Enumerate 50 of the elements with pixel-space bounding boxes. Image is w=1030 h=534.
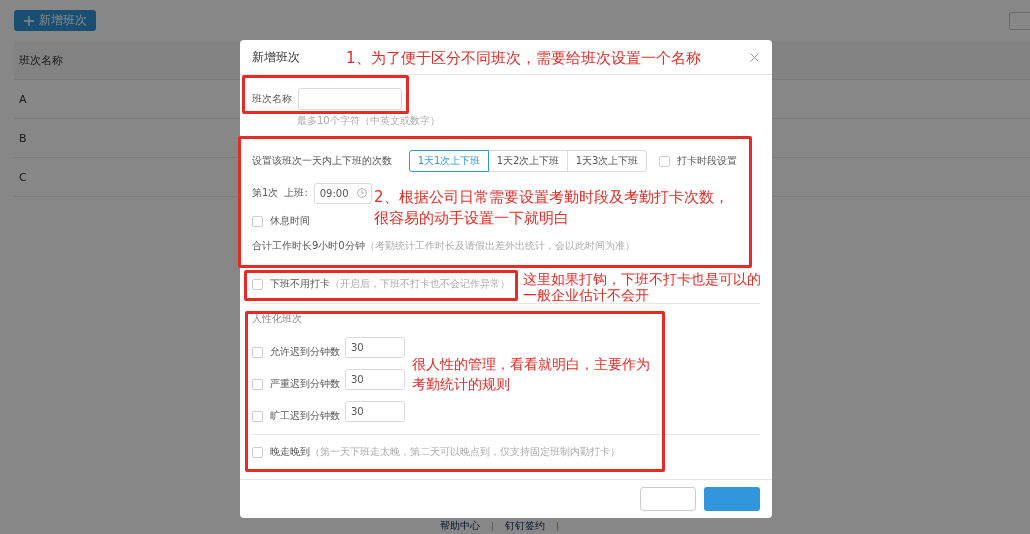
annotation-text: 1、为了便于区分不同班次，需要给班次设置一个名称 [346,48,701,69]
checkbox[interactable] [252,378,263,390]
checkbox-label: 严重迟到分钟数 [270,377,340,391]
close-icon [750,52,759,62]
number-field[interactable]: 30 [345,336,405,358]
checkbox-label: 下班不用打卡 [270,277,330,291]
name-field[interactable] [298,88,402,110]
footer-link[interactable]: 帮助中心 [440,520,480,532]
note-text: （考勤统计工作时长及请假出差外出统计，会以此时间为准） [364,239,635,253]
checkbox-label: 休息时间 [270,214,310,228]
annotation-text: 很容易的动手设置一下就明白 [374,208,570,229]
column-header: 班次名称 [18,52,63,68]
segment-tab[interactable]: 1天3次上下班 [567,150,647,172]
annotation-text: 2、根据公司日常需要设置考勤时段及考勤打卡次数， [374,187,729,208]
checkbox[interactable] [252,446,263,458]
annotation-text: 考勤统计的规则 [412,375,511,394]
number-field[interactable]: 30 [345,400,405,422]
dialog-title: 新增班次 [252,48,300,66]
toolbar-button[interactable] [1009,12,1030,30]
hint-text: 最多10个字符（中英文或数字） [297,114,441,128]
checkbox-label: 晚走晚到 [270,445,310,459]
confirm-button[interactable] [704,487,760,511]
field-label: 上班: [284,186,308,200]
field-label: 设置该班次一天内上下班的次数 [252,154,392,168]
table-cell-text: B [18,131,27,145]
table-cell-text: A [18,92,27,106]
note-text: （开启后，下班不打卡也不会记作异常） [330,277,510,291]
checkbox-label: 允许迟到分钟数 [270,345,340,359]
checkbox[interactable] [252,278,263,290]
cancel-button[interactable] [640,487,696,511]
checkbox[interactable] [659,155,670,167]
checkbox-label: 打卡时段设置 [677,154,737,168]
field-label: 第1次 [252,186,279,200]
time-field[interactable]: 09:00 [313,182,372,204]
checkbox[interactable] [252,215,263,227]
segment-tab[interactable]: 1天2次上下班 [488,150,568,172]
checkbox[interactable] [252,346,263,358]
annotation-text: 这里如果打钩，下班不打卡也是可以的 [523,271,761,287]
checkbox[interactable] [252,410,263,422]
plus-icon [23,15,34,26]
annotation-text: 一般企业估计不会开 [523,287,650,303]
footer-link[interactable]: 钉钉签约 [505,520,545,532]
total-text: 合计工作时长9小时0分钟 [252,239,365,253]
clock-icon [356,188,367,198]
section-title: 人性化班次 [252,312,303,326]
table-cell-text: C [18,170,27,184]
field-label: 班次名称 [252,92,292,106]
annotation-text: 很人性的管理，看看就明白，主要作为 [412,355,650,374]
number-field[interactable]: 30 [345,368,405,390]
checkbox-label: 旷工迟到分钟数 [270,409,340,423]
